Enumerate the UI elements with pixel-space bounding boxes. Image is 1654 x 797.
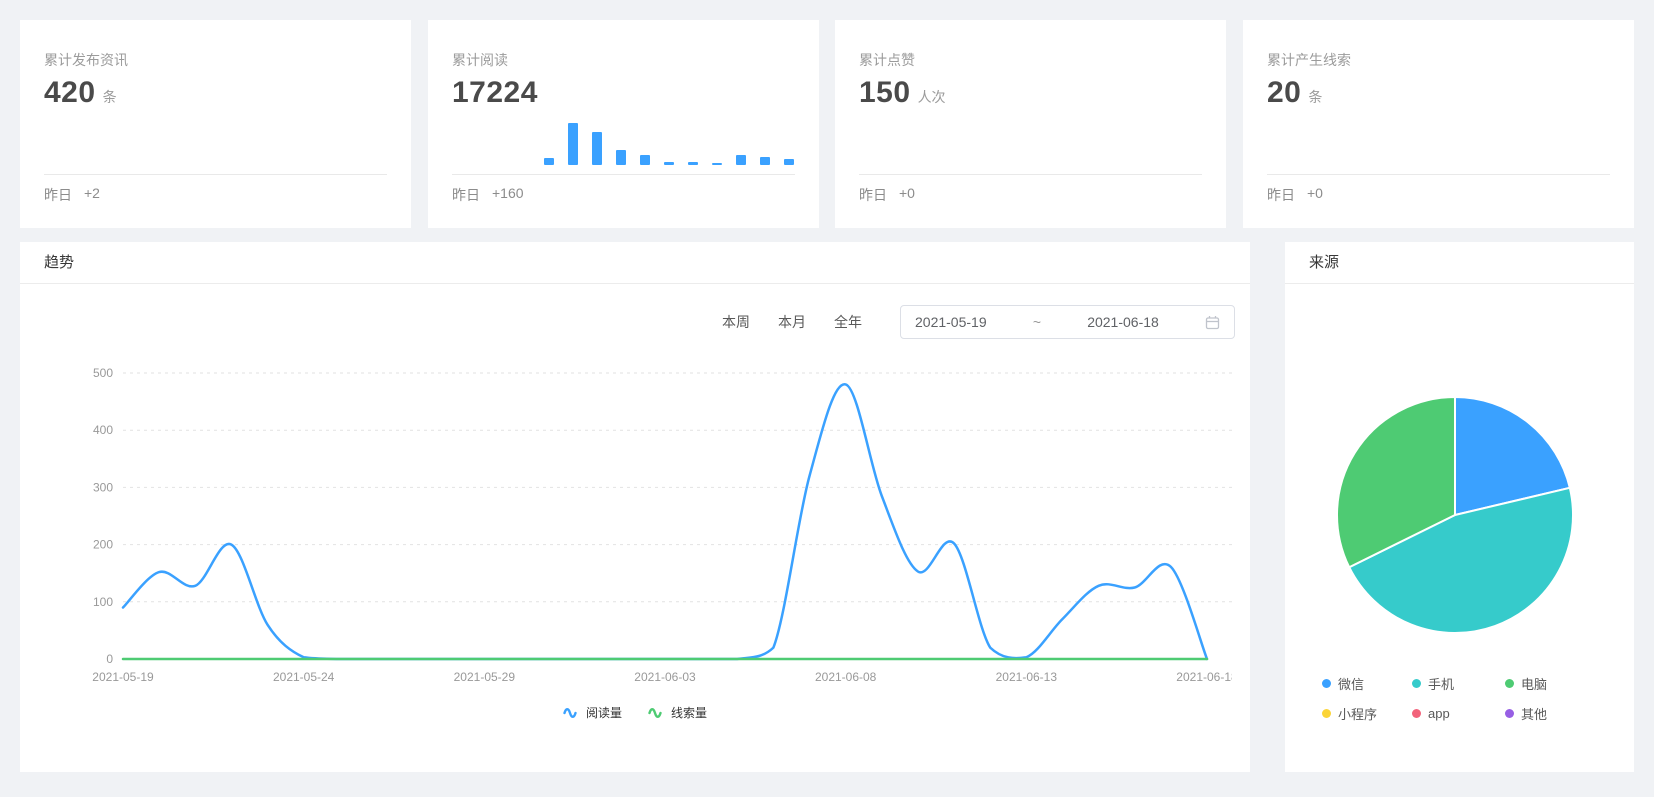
stat-title: 累计产生线索 <box>1267 52 1351 68</box>
trend-line-chart: 0 100 200 300 400 500 2021-05-19 2021-05-24 2021… <box>92 366 1232 684</box>
legend-label: 手机 <box>1428 677 1455 692</box>
sparkline-bar <box>592 132 602 165</box>
pie-legend-item-app[interactable]: app <box>1412 704 1505 723</box>
sparkline-bar <box>712 163 722 165</box>
svg-text:2021-06-08: 2021-06-08 <box>815 670 877 684</box>
calendar-icon[interactable] <box>1205 315 1220 330</box>
series-color-dot <box>1322 679 1331 688</box>
footer-value: +0 <box>1307 185 1323 201</box>
series-color-dot <box>1412 679 1421 688</box>
divider <box>859 174 1202 175</box>
sparkline-bar <box>736 155 746 165</box>
svg-text:2021-05-19: 2021-05-19 <box>92 670 154 684</box>
stat-title: 累计点赞 <box>859 52 915 68</box>
pie-legend-item-other[interactable]: 其他 <box>1505 704 1547 723</box>
stat-card-reads: 累计阅读 17224 昨日 +160 <box>428 20 819 228</box>
series-color-dot <box>1322 709 1331 718</box>
series-color-dot <box>1505 679 1514 688</box>
source-card-title: 来源 <box>1309 254 1340 271</box>
legend-label: 阅读量 <box>585 706 622 720</box>
footer-value: +0 <box>899 185 915 201</box>
stat-value: 20 <box>1267 76 1302 109</box>
legend-label: 小程序 <box>1338 707 1378 722</box>
source-card-header: 来源 <box>1285 242 1634 284</box>
stat-value: 150 <box>859 76 911 109</box>
pie-legend-item-wechat[interactable]: 微信 <box>1322 674 1412 693</box>
svg-text:2021-06-18: 2021-06-18 <box>1176 670 1232 684</box>
svg-text:500: 500 <box>93 366 113 380</box>
pie-legend-item-phone[interactable]: 手机 <box>1412 674 1505 693</box>
legend-label: 微信 <box>1338 677 1365 692</box>
stat-value: 420 <box>44 76 96 109</box>
pie-legend-item-computer[interactable]: 电脑 <box>1505 674 1547 693</box>
sparkline-bar <box>544 158 554 165</box>
legend-item-reads[interactable]: 阅读量 <box>563 704 622 721</box>
footer-label: 昨日 <box>452 187 480 203</box>
date-range-picker[interactable]: 2021-05-19 ~ 2021-06-18 <box>900 305 1235 339</box>
sparkline-bar <box>760 157 770 165</box>
trend-legend: 阅读量 线索量 <box>20 704 1250 721</box>
legend-label: app <box>1428 706 1450 721</box>
svg-text:100: 100 <box>93 595 113 609</box>
sparkline-bar <box>688 162 698 165</box>
pie-legend-item-miniprogram[interactable]: 小程序 <box>1322 704 1412 723</box>
sparkline-bar <box>784 159 794 165</box>
footer-label: 昨日 <box>859 187 887 203</box>
pie-legend: 微信 手机 电脑 小程序 app 其他 <box>1322 674 1547 723</box>
divider <box>44 174 387 175</box>
legend-label: 线索量 <box>671 706 708 720</box>
divider <box>452 174 795 175</box>
sparkline-bar <box>664 162 674 165</box>
stat-unit: 条 <box>1308 89 1323 105</box>
reads-sparkline <box>544 123 794 165</box>
tab-this-week[interactable]: 本周 <box>722 312 750 332</box>
divider <box>1267 174 1610 175</box>
svg-text:0: 0 <box>106 652 113 666</box>
source-pie-chart <box>1336 396 1575 635</box>
footer-label: 昨日 <box>44 187 72 203</box>
sparkline-bar <box>616 150 626 165</box>
stat-value: 17224 <box>452 76 538 109</box>
date-range-start[interactable]: 2021-05-19 <box>915 314 987 330</box>
svg-text:2021-05-29: 2021-05-29 <box>454 670 516 684</box>
stat-unit: 条 <box>102 89 117 105</box>
date-range-end[interactable]: 2021-06-18 <box>1087 314 1159 330</box>
legend-item-leads[interactable]: 线索量 <box>648 704 707 721</box>
trend-card-header: 趋势 <box>20 242 1250 284</box>
sparkline-bar <box>640 155 650 165</box>
footer-value: +160 <box>492 185 524 201</box>
svg-text:300: 300 <box>93 480 113 494</box>
legend-label: 电脑 <box>1521 677 1548 692</box>
date-range-separator: ~ <box>1032 314 1041 330</box>
svg-text:2021-06-13: 2021-06-13 <box>996 670 1058 684</box>
stat-title: 累计发布资讯 <box>44 52 128 68</box>
stat-card-published: 累计发布资讯 420 条 昨日 +2 <box>20 20 411 228</box>
series-color-dot <box>1505 709 1514 718</box>
stat-card-likes: 累计点赞 150 人次 昨日 +0 <box>835 20 1226 228</box>
stat-unit: 人次 <box>917 89 946 105</box>
source-card: 来源 微信 手机 电脑 小程序 app 其他 <box>1285 242 1634 772</box>
sparkline-bar <box>568 123 578 165</box>
svg-text:400: 400 <box>93 423 113 437</box>
svg-text:200: 200 <box>93 538 113 552</box>
trend-card-title: 趋势 <box>44 254 75 271</box>
svg-text:2021-06-03: 2021-06-03 <box>634 670 696 684</box>
tab-this-month[interactable]: 本月 <box>778 312 806 332</box>
tab-full-year[interactable]: 全年 <box>834 312 862 332</box>
footer-value: +2 <box>84 185 100 201</box>
stat-title: 累计阅读 <box>452 52 508 68</box>
series-color-dot <box>1412 709 1421 718</box>
footer-label: 昨日 <box>1267 187 1295 203</box>
svg-text:2021-05-24: 2021-05-24 <box>273 670 335 684</box>
line-series-icon <box>563 707 577 718</box>
legend-label: 其他 <box>1521 707 1548 722</box>
trend-card: 趋势 本周 本月 全年 2021-05-19 ~ 2021-06-18 0 100… <box>20 242 1250 772</box>
stat-card-leads: 累计产生线索 20 条 昨日 +0 <box>1243 20 1634 228</box>
line-series-icon <box>648 707 662 718</box>
